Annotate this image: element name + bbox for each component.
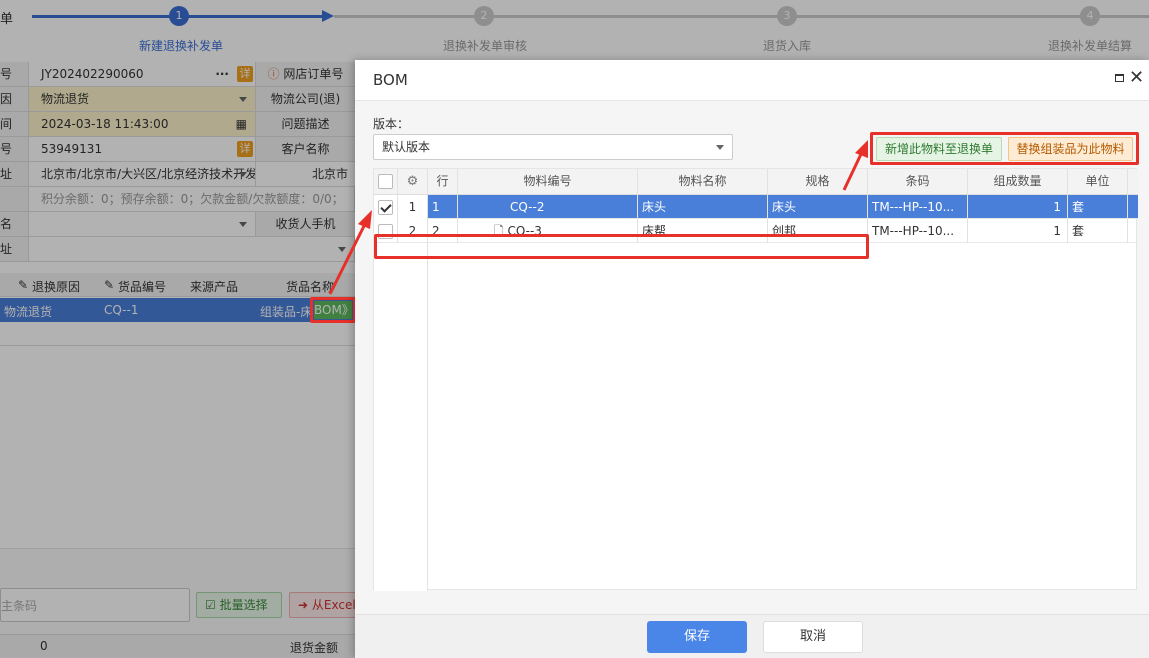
row-barcode: TM---HP--10...	[868, 195, 968, 219]
highlight-box-bom	[310, 297, 356, 323]
row-unit: 套	[1068, 195, 1128, 219]
col-material-code: 物料编号	[458, 169, 638, 194]
row-checkbox[interactable]	[378, 200, 393, 215]
row-quantity: 1	[968, 195, 1068, 219]
row-spec: 床头	[768, 195, 868, 219]
version-select[interactable]: 默认版本	[373, 134, 733, 160]
cancel-button[interactable]: 取消	[763, 621, 863, 653]
dialog-header: BOM ✕	[355, 60, 1149, 101]
bom-table-header: ⚙ 行 物料编号 物料名称 规格 条码 组成数量 单位	[374, 169, 1138, 195]
col-unit: 单位	[1068, 169, 1128, 194]
highlight-box-row	[374, 234, 869, 259]
row-index: 1	[398, 195, 428, 219]
col-line: 行	[428, 169, 458, 194]
version-label: 版本：	[373, 117, 410, 131]
maximize-icon[interactable]	[1115, 74, 1124, 82]
column-settings[interactable]: ⚙	[398, 169, 428, 194]
col-quantity: 组成数量	[968, 169, 1068, 194]
select-all-checkbox[interactable]	[378, 174, 393, 189]
row-material-name: 床头	[638, 195, 768, 219]
row-barcode: TM---HP--10...	[868, 219, 968, 243]
row-quantity: 1	[968, 219, 1068, 243]
table-row[interactable]: 1 1 CQ--2 床头 床头 TM---HP--10... 1 套	[374, 195, 1138, 219]
row-checkbox-cell	[374, 195, 398, 219]
gear-icon: ⚙	[406, 174, 419, 189]
bom-table: ⚙ 行 物料编号 物料名称 规格 条码 组成数量 单位 1 1 CQ--2 床头…	[373, 168, 1138, 591]
header-checkbox-cell	[374, 169, 398, 194]
chevron-down-icon	[716, 145, 724, 150]
col-barcode: 条码	[868, 169, 968, 194]
highlight-box-buttons	[870, 132, 1139, 165]
col-spec: 规格	[768, 169, 868, 194]
row-line: 1	[428, 195, 458, 219]
row-unit: 套	[1068, 219, 1128, 243]
dialog-footer: 保存 取消	[355, 614, 1149, 658]
bom-dialog: BOM ✕ 版本： 默认版本 新增此物料至退换单 替换组装品为此物料 ⚙ 行 物…	[355, 60, 1149, 658]
save-button[interactable]: 保存	[647, 621, 747, 653]
version-value: 默认版本	[382, 140, 431, 154]
row-material-code: CQ--2	[458, 195, 638, 219]
col-material-name: 物料名称	[638, 169, 768, 194]
close-icon[interactable]: ✕	[1129, 68, 1144, 88]
dialog-title: BOM	[373, 71, 408, 89]
dialog-body: 版本： 默认版本 新增此物料至退换单 替换组装品为此物料 ⚙ 行 物料编号 物料…	[355, 101, 1149, 614]
